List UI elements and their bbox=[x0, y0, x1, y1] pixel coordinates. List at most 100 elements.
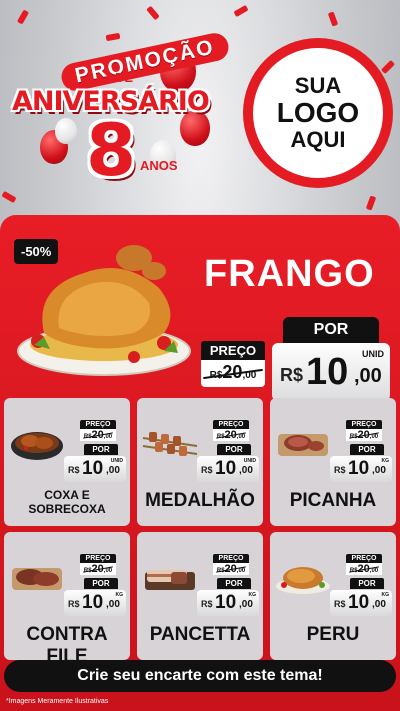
price-int: 10 bbox=[82, 458, 104, 479]
price-currency: R$ bbox=[334, 465, 346, 475]
flyer-poster: PROMOÇÃO DE ANIVERSÁRIO 8 ANOS SUA LOGO … bbox=[0, 0, 400, 711]
price-dec: ,00 bbox=[372, 599, 386, 610]
price-unit: UNID bbox=[110, 458, 123, 464]
price-currency: R$ bbox=[334, 599, 346, 609]
old-price-dec: ,00 bbox=[236, 568, 246, 574]
product-card: PREÇO R$20,00 POR KG R$ 10 ,00 PANCETTA bbox=[137, 532, 263, 660]
old-price-dec: ,00 bbox=[103, 434, 113, 440]
price-dec: ,00 bbox=[354, 365, 382, 387]
old-price: R$20,00 bbox=[201, 362, 265, 383]
old-price-label: PREÇO bbox=[80, 420, 116, 429]
price-dec: ,00 bbox=[372, 465, 386, 476]
old-price-dec: ,00 bbox=[369, 568, 379, 574]
old-price-label: PREÇO bbox=[213, 554, 249, 563]
price-dec: ,00 bbox=[106, 599, 120, 610]
steak-board-icon bbox=[12, 568, 62, 590]
old-price-dec: ,00 bbox=[369, 434, 379, 440]
new-price-label: POR bbox=[84, 578, 118, 589]
old-price: R$20,00 bbox=[213, 563, 249, 575]
new-price-box: KG R$ 10 ,00 bbox=[197, 590, 259, 616]
product-title: FRANGO bbox=[204, 253, 375, 295]
old-price-currency: R$ bbox=[216, 434, 225, 440]
logo-placeholder: SUA LOGO AQUI bbox=[243, 38, 393, 188]
anniversary-badge: PROMOÇÃO DE ANIVERSÁRIO 8 ANOS bbox=[12, 30, 237, 192]
new-price-box: UNID R$ 10 ,00 bbox=[197, 456, 259, 482]
new-price-box: KG R$ 10 ,00 bbox=[64, 590, 126, 616]
old-price-label: PREÇO bbox=[346, 554, 382, 563]
featured-offer: -50% FRANGO PREÇO R$20,00 POR UNID R$ 10… bbox=[6, 225, 394, 403]
new-price-label: POR bbox=[217, 578, 251, 589]
product-name: PANCETTA bbox=[149, 624, 251, 645]
product-name: PICANHA bbox=[289, 490, 377, 511]
old-price-currency: R$ bbox=[349, 568, 358, 574]
price-dec: ,00 bbox=[106, 465, 120, 476]
old-price-dec: ,00 bbox=[236, 434, 246, 440]
new-price-box: KG R$ 10 ,00 bbox=[330, 456, 392, 482]
price-currency: R$ bbox=[201, 465, 213, 475]
skewers-icon bbox=[142, 432, 198, 456]
old-price: R$20,00 bbox=[80, 429, 116, 441]
new-price-label: POR bbox=[350, 578, 384, 589]
promo-word: PROMOÇÃO bbox=[58, 30, 232, 94]
price-int: 10 bbox=[348, 458, 370, 479]
roast-turkey-icon bbox=[276, 567, 330, 594]
price-int: 10 bbox=[306, 351, 349, 393]
old-price-tag: PREÇO R$20,00 bbox=[201, 341, 265, 387]
price-int: 10 bbox=[215, 458, 237, 479]
old-price-int: 20 bbox=[357, 429, 370, 441]
old-price: R$20,00 bbox=[213, 429, 249, 441]
price-unit: UNID bbox=[243, 458, 256, 464]
new-price-label: POR bbox=[217, 444, 251, 455]
price-dec: ,00 bbox=[239, 599, 253, 610]
price-unit: KG bbox=[381, 592, 390, 598]
price-unit: KG bbox=[115, 592, 124, 598]
new-price-tag: POR UNID R$ 10 ,00 bbox=[272, 317, 390, 401]
de-word: DE bbox=[115, 70, 134, 85]
old-price-currency: R$ bbox=[216, 568, 225, 574]
price-int: 10 bbox=[215, 592, 237, 613]
old-price-int: 20 bbox=[224, 429, 237, 441]
old-price-int: 20 bbox=[91, 563, 104, 575]
price-currency: R$ bbox=[280, 365, 304, 385]
anos-word: ANOS bbox=[140, 158, 178, 173]
pork-belly-icon bbox=[145, 570, 195, 590]
old-price-dec: ,00 bbox=[242, 370, 257, 381]
old-price-label: PREÇO bbox=[346, 420, 382, 429]
new-price-box: KG R$ 10 ,00 bbox=[330, 590, 392, 616]
steak-board-icon bbox=[278, 434, 328, 456]
new-price-label: POR bbox=[283, 317, 379, 343]
old-price-currency: R$ bbox=[83, 434, 92, 440]
new-price-box: UNID R$ 10 ,00 bbox=[272, 343, 390, 401]
old-price: R$20,00 bbox=[346, 429, 382, 441]
old-price-currency: R$ bbox=[209, 370, 223, 381]
old-price-label: PREÇO bbox=[80, 554, 116, 563]
logo-inner: SUA LOGO AQUI bbox=[253, 48, 383, 178]
price-unit: KG bbox=[248, 592, 257, 598]
header: PROMOÇÃO DE ANIVERSÁRIO 8 ANOS SUA LOGO … bbox=[0, 0, 400, 215]
old-price: R$20,00 bbox=[80, 563, 116, 575]
disclaimer: *Imagens Meramente Ilustrativas bbox=[6, 698, 109, 705]
old-price-label: PREÇO bbox=[201, 341, 265, 360]
price-unit: KG bbox=[381, 458, 390, 464]
cta-banner[interactable]: Crie seu encarte com este tema! bbox=[4, 660, 396, 692]
price-int: 10 bbox=[348, 592, 370, 613]
logo-line-2: LOGO bbox=[276, 97, 360, 128]
old-price-int: 20 bbox=[357, 563, 370, 575]
product-card: PREÇO R$20,00 POR KG R$ 10 ,00 PERU bbox=[270, 532, 396, 660]
logo-line-1: SUA bbox=[294, 73, 342, 98]
price-dec: ,00 bbox=[239, 465, 253, 476]
product-card: PREÇO R$20,00 POR KG R$ 10 ,00 CONTRA FI… bbox=[4, 532, 130, 660]
product-name: CONTRA FILE bbox=[26, 624, 108, 660]
old-price: R$20,00 bbox=[346, 563, 382, 575]
product-name: MEDALHÃO bbox=[145, 490, 255, 511]
old-price-int: 20 bbox=[91, 429, 104, 441]
price-currency: R$ bbox=[201, 599, 213, 609]
product-name: COXA E SOBRECOXA bbox=[28, 488, 106, 516]
old-price-dec: ,00 bbox=[103, 568, 113, 574]
product-name: PERU bbox=[306, 624, 360, 645]
anniversary-number: 8 bbox=[86, 108, 137, 192]
new-price-label: POR bbox=[84, 444, 118, 455]
chicken-legs-pan-icon bbox=[11, 432, 63, 460]
old-price-currency: R$ bbox=[83, 568, 92, 574]
logo-line-3: AQUI bbox=[290, 127, 346, 152]
